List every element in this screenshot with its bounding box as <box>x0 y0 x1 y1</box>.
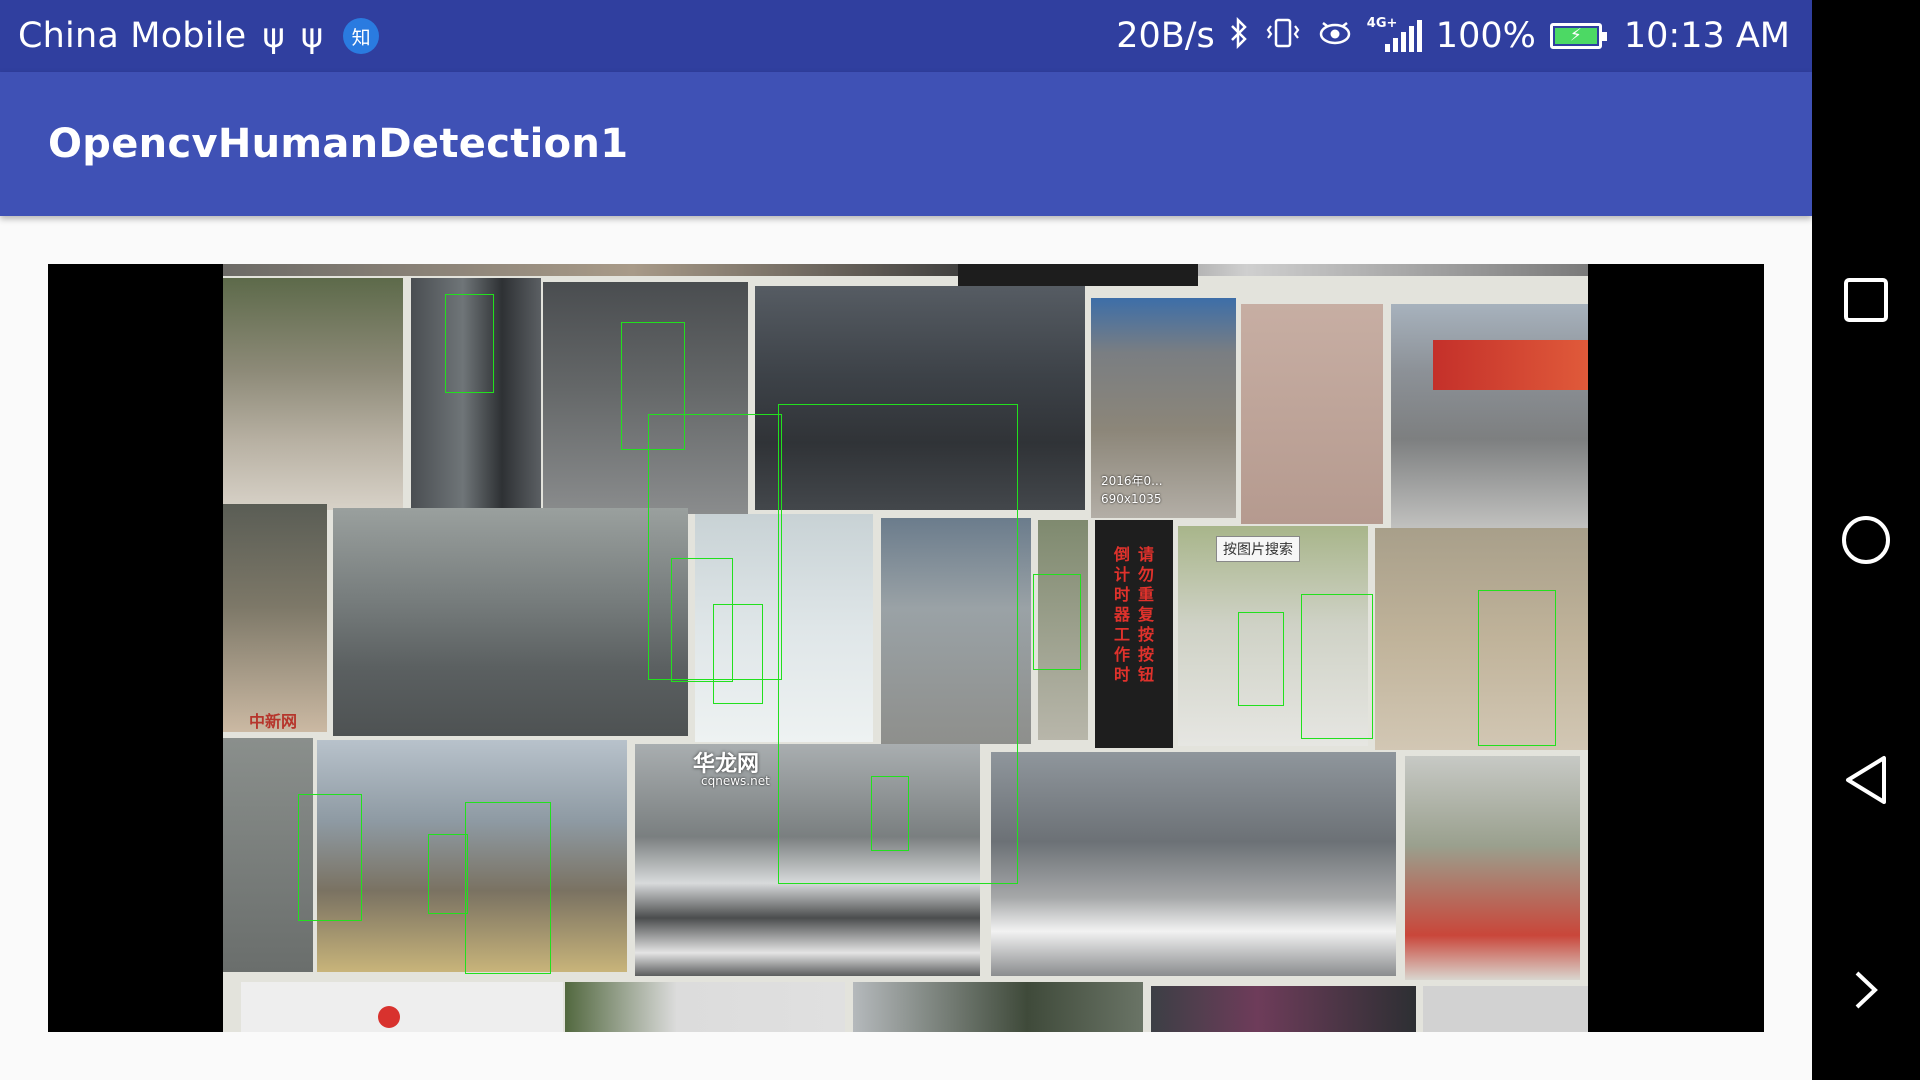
back-button[interactable] <box>1812 730 1920 830</box>
photo-tile <box>1405 756 1580 980</box>
camera-frame-photo: 2016年0... 690x1035 按图片搜索 请勿重复按按钮 倒计时器工作时… <box>223 264 1588 1032</box>
zhihu-icon: 知 <box>343 18 380 54</box>
photo-tile <box>1391 304 1588 529</box>
camera-preview[interactable]: 2016年0... 690x1035 按图片搜索 请勿重复按按钮 倒计时器工作时… <box>48 264 1764 1032</box>
photo-tile <box>565 982 845 1032</box>
status-left: China Mobile ψ ψ 知 <box>18 0 380 72</box>
recent-apps-button[interactable] <box>1812 250 1920 350</box>
home-button[interactable] <box>1812 490 1920 590</box>
photo-tile <box>853 982 1143 1032</box>
photo-tile <box>333 508 688 736</box>
battery-icon: ⚡ <box>1549 23 1607 49</box>
photo-tile <box>223 264 1588 276</box>
chevron-right-icon <box>1855 971 1878 1009</box>
battery-percent: 100% <box>1435 16 1536 56</box>
photo-overlay-dims: 690x1035 <box>1101 492 1162 506</box>
detection-box <box>1033 574 1081 670</box>
photo-tile <box>1151 986 1416 1032</box>
photo-tile <box>223 504 327 732</box>
detection-box <box>1478 590 1556 746</box>
main-content: 2016年0... 690x1035 按图片搜索 请勿重复按按钮 倒计时器工作时… <box>0 216 1812 1080</box>
clock: 10:13 AM <box>1623 16 1790 56</box>
signal-icon: 4G+ <box>1367 16 1422 52</box>
navigation-bar <box>1812 0 1920 1080</box>
photo-tile <box>1423 986 1588 1032</box>
eye-icon <box>1317 17 1353 55</box>
app-bar: OpencvHumanDetection1 <box>0 72 1812 216</box>
status-bar: China Mobile ψ ψ 知 20B/s 4G+ 100% ⚡ 10:1… <box>0 0 1812 72</box>
photo-tile <box>378 1006 400 1028</box>
photo-tile <box>223 278 403 510</box>
status-right: 20B/s 4G+ 100% ⚡ 10:13 AM <box>1116 0 1790 72</box>
photo-tile <box>241 982 563 1032</box>
detection-box <box>428 834 468 914</box>
photo-watermark: 中新网 <box>249 712 298 731</box>
photo-tile <box>1241 304 1383 524</box>
detection-box <box>871 776 909 851</box>
photo-tile <box>991 752 1396 976</box>
square-icon <box>1844 278 1888 322</box>
detection-box <box>445 294 494 393</box>
detection-box <box>298 794 362 921</box>
usb-icon: ψ <box>262 16 285 56</box>
photo-tile <box>958 264 1198 286</box>
detection-box <box>465 802 551 974</box>
vibrate-icon <box>1263 17 1303 55</box>
bluetooth-icon <box>1229 16 1249 55</box>
photo-tooltip: 按图片搜索 <box>1216 536 1300 562</box>
photo-tile <box>1433 340 1588 390</box>
app-title: OpencvHumanDetection1 <box>48 121 629 167</box>
back-triangle-icon <box>1846 756 1886 804</box>
net-speed: 20B/s <box>1116 16 1215 56</box>
detection-box <box>1238 612 1284 706</box>
photo-overlay-date: 2016年0... <box>1101 474 1163 488</box>
detection-box <box>713 604 763 704</box>
detection-box <box>1301 594 1373 739</box>
photo-watermark: cqnews.net <box>701 774 770 788</box>
expand-button[interactable] <box>1812 940 1920 1040</box>
usb-icon: ψ <box>300 16 324 56</box>
circle-icon <box>1842 516 1890 564</box>
photo-sign-text: 请勿重复按按钮 倒计时器工作时 <box>1111 546 1154 686</box>
network-type: 4G+ <box>1366 16 1398 31</box>
carrier-name: China Mobile <box>18 16 247 56</box>
